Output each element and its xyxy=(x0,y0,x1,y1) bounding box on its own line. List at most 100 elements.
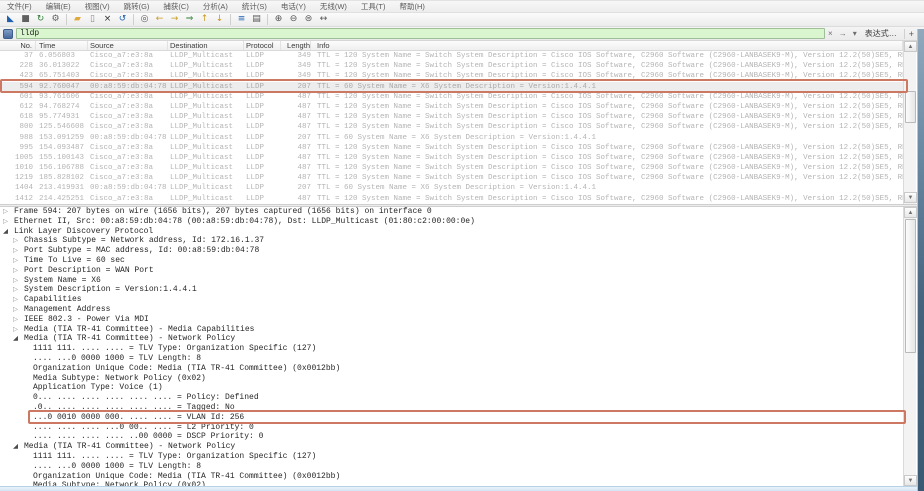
tree-collapsed-icon[interactable]: ▷ xyxy=(13,236,18,246)
zoom-out-icon[interactable]: ⊖ xyxy=(287,13,300,26)
go-last-icon[interactable]: ↓ xyxy=(213,13,226,26)
tree-collapsed-icon[interactable]: ▷ xyxy=(13,266,18,276)
go-back-icon[interactable]: ← xyxy=(153,13,166,26)
detail-line[interactable]: ◢Media (TIA TR-41 Committee) - Network P… xyxy=(0,334,903,344)
column-header-protocol[interactable]: Protocol xyxy=(244,41,281,50)
detail-line[interactable]: 0... .... .... .... .... .... = Policy: … xyxy=(0,393,903,403)
scroll-up-icon[interactable]: ▲ xyxy=(904,41,917,52)
packet-row[interactable]: 59492.76004700:a8:59:db:04:78LLDP_Multic… xyxy=(0,82,903,92)
menu-item[interactable]: 工具(T) xyxy=(354,1,393,13)
packet-row[interactable]: 800125.546608Cisco_a7:e3:8aLLDP_Multicas… xyxy=(0,122,903,132)
find-packet-icon[interactable]: ◎ xyxy=(138,13,151,26)
scroll-down-icon[interactable]: ▼ xyxy=(904,192,917,203)
packet-row[interactable]: 61294.768274Cisco_a7:e3:8aLLDP_Multicast… xyxy=(0,102,903,112)
tree-expanded-icon[interactable]: ◢ xyxy=(13,334,18,344)
filter-apply-icon[interactable]: → xyxy=(836,27,850,40)
packet-row[interactable]: 1404213.41993100:a8:59:db:04:78LLDP_Mult… xyxy=(0,183,903,193)
open-file-icon[interactable]: ▰ xyxy=(71,13,84,26)
packet-row[interactable]: 376.056803Cisco_a7:e3:8aLLDP_MulticastLL… xyxy=(0,51,903,61)
details-scrollbar[interactable]: ▲ ▼ xyxy=(903,207,916,486)
detail-line[interactable]: .... ...0 0000 1000 = TLV Length: 8 xyxy=(0,462,903,472)
zoom-original-icon[interactable]: ⊜ xyxy=(302,13,315,26)
detail-line[interactable]: ▷Media (TIA TR-41 Committee) - Media Cap… xyxy=(0,325,903,335)
tree-collapsed-icon[interactable]: ▷ xyxy=(13,325,18,335)
detail-line[interactable]: Organization Unique Code: Media (TIA TR-… xyxy=(0,364,903,374)
resize-columns-icon[interactable]: ↔ xyxy=(317,13,330,26)
detail-line[interactable]: ▷Capabilities xyxy=(0,295,903,305)
tree-collapsed-icon[interactable]: ▷ xyxy=(13,276,18,286)
reload-file-icon[interactable]: ↺ xyxy=(116,13,129,26)
detail-line[interactable]: Organization Unique Code: Media (TIA TR-… xyxy=(0,472,903,482)
packet-row[interactable]: 42365.751403Cisco_a7:e3:8aLLDP_Multicast… xyxy=(0,71,903,81)
packet-row[interactable]: 22836.013022Cisco_a7:e3:8aLLDP_Multicast… xyxy=(0,61,903,71)
packet-row[interactable]: 1412214.425251Cisco_a7:e3:8aLLDP_Multica… xyxy=(0,194,903,204)
colorize-icon[interactable]: ▤ xyxy=(250,13,263,26)
menu-item[interactable]: 跳转(G) xyxy=(117,1,157,13)
tree-expanded-icon[interactable]: ◢ xyxy=(13,442,18,452)
tree-collapsed-icon[interactable]: ▷ xyxy=(3,207,8,217)
packet-row[interactable]: 995154.093487Cisco_a7:e3:8aLLDP_Multicas… xyxy=(0,143,903,153)
filter-add-button[interactable]: + xyxy=(904,29,918,39)
detail-line[interactable]: ▷Port Subtype = MAC address, Id: 00:a8:5… xyxy=(0,246,903,256)
packet-list-scroll-thumb[interactable] xyxy=(905,91,916,123)
column-header-info[interactable]: Info xyxy=(311,41,903,50)
filter-dropdown-icon[interactable]: ▾ xyxy=(850,27,860,40)
tree-collapsed-icon[interactable]: ▷ xyxy=(13,246,18,256)
menu-item[interactable]: 文件(F) xyxy=(0,1,39,13)
filter-clear-icon[interactable]: × xyxy=(825,27,836,40)
menu-item[interactable]: 编辑(E) xyxy=(39,1,78,13)
detail-line[interactable]: Media Subtype: Network Policy (0x02) xyxy=(0,374,903,384)
capture-options-icon[interactable]: ⚙ xyxy=(49,13,62,26)
detail-line[interactable]: ...0 0010 0000 000. .... .... = VLAN Id:… xyxy=(0,413,903,423)
detail-line[interactable]: ▷Frame 594: 207 bytes on wire (1656 bits… xyxy=(0,207,903,217)
detail-line[interactable]: ▷IEEE 802.3 - Power Via MDI xyxy=(0,315,903,325)
save-file-icon[interactable]: ▯ xyxy=(86,13,99,26)
filter-input[interactable] xyxy=(16,28,825,39)
go-forward-icon[interactable]: → xyxy=(168,13,181,26)
menu-item[interactable]: 帮助(H) xyxy=(393,1,432,13)
packet-row[interactable]: 1010156.106788Cisco_a7:e3:8aLLDP_Multica… xyxy=(0,163,903,173)
detail-line[interactable]: ◢Link Layer Discovery Protocol xyxy=(0,227,903,237)
column-header-no[interactable]: No. xyxy=(0,41,36,50)
detail-line[interactable]: ▷Management Address xyxy=(0,305,903,315)
packet-list-scrollbar[interactable]: ▲ ▼ xyxy=(903,41,916,204)
auto-scroll-icon[interactable]: ≡ xyxy=(235,13,248,26)
detail-line[interactable]: .... .... .... .... ..00 0000 = DSCP Pri… xyxy=(0,432,903,442)
scroll-down-icon[interactable]: ▼ xyxy=(904,475,917,486)
menu-item[interactable]: 无线(W) xyxy=(313,1,354,13)
close-file-icon[interactable]: × xyxy=(101,13,114,26)
tree-collapsed-icon[interactable]: ▷ xyxy=(13,295,18,305)
detail-line[interactable]: 1111 111. .... .... = TLV Type: Organiza… xyxy=(0,452,903,462)
detail-line[interactable]: Application Type: Voice (1) xyxy=(0,383,903,393)
column-header-destination[interactable]: Destination xyxy=(168,41,244,50)
detail-line[interactable]: ▷Chassis Subtype = Network address, Id: … xyxy=(0,236,903,246)
detail-line[interactable]: .... .... .... ...0 00.. .... = L2 Prior… xyxy=(0,423,903,433)
detail-line[interactable]: ▷System Name = X6 xyxy=(0,276,903,286)
tree-collapsed-icon[interactable]: ▷ xyxy=(13,305,18,315)
detail-line[interactable]: ▷Time To Live = 60 sec xyxy=(0,256,903,266)
restart-capture-icon[interactable]: ↻ xyxy=(34,13,47,26)
filter-bookmark-icon[interactable] xyxy=(3,29,13,39)
column-header-length[interactable]: Length xyxy=(281,41,311,50)
detail-line[interactable]: .0.. .... .... .... .... .... = Tagged: … xyxy=(0,403,903,413)
tree-collapsed-icon[interactable]: ▷ xyxy=(13,256,18,266)
tree-expanded-icon[interactable]: ◢ xyxy=(3,227,8,237)
packet-row[interactable]: 988153.09125900:a8:59:db:04:78LLDP_Multi… xyxy=(0,133,903,143)
detail-line[interactable]: 1111 111. .... .... = TLV Type: Organiza… xyxy=(0,344,903,354)
column-header-source[interactable]: Source xyxy=(88,41,168,50)
tree-collapsed-icon[interactable]: ▷ xyxy=(13,315,18,325)
go-to-packet-icon[interactable]: ⇒ xyxy=(183,13,196,26)
menu-item[interactable]: 视图(V) xyxy=(78,1,117,13)
packet-row[interactable]: 1005155.100143Cisco_a7:e3:8aLLDP_Multica… xyxy=(0,153,903,163)
filter-expression-button[interactable]: 表达式… xyxy=(860,28,902,39)
packet-row[interactable]: 60193.761606Cisco_a7:e3:8aLLDP_Multicast… xyxy=(0,92,903,102)
stop-capture-icon[interactable]: ■ xyxy=(19,13,32,26)
packet-row[interactable]: 1219185.828102Cisco_a7:e3:8aLLDP_Multica… xyxy=(0,173,903,183)
column-header-time[interactable]: Time xyxy=(36,41,88,50)
tree-collapsed-icon[interactable]: ▷ xyxy=(3,217,8,227)
detail-line[interactable]: ▷Port Description = WAN Port xyxy=(0,266,903,276)
detail-line[interactable]: ▷System Description = Version:1.4.4.1 xyxy=(0,285,903,295)
details-scroll-thumb[interactable] xyxy=(905,219,916,353)
go-first-icon[interactable]: ↑ xyxy=(198,13,211,26)
menu-item[interactable]: 统计(S) xyxy=(235,1,274,13)
